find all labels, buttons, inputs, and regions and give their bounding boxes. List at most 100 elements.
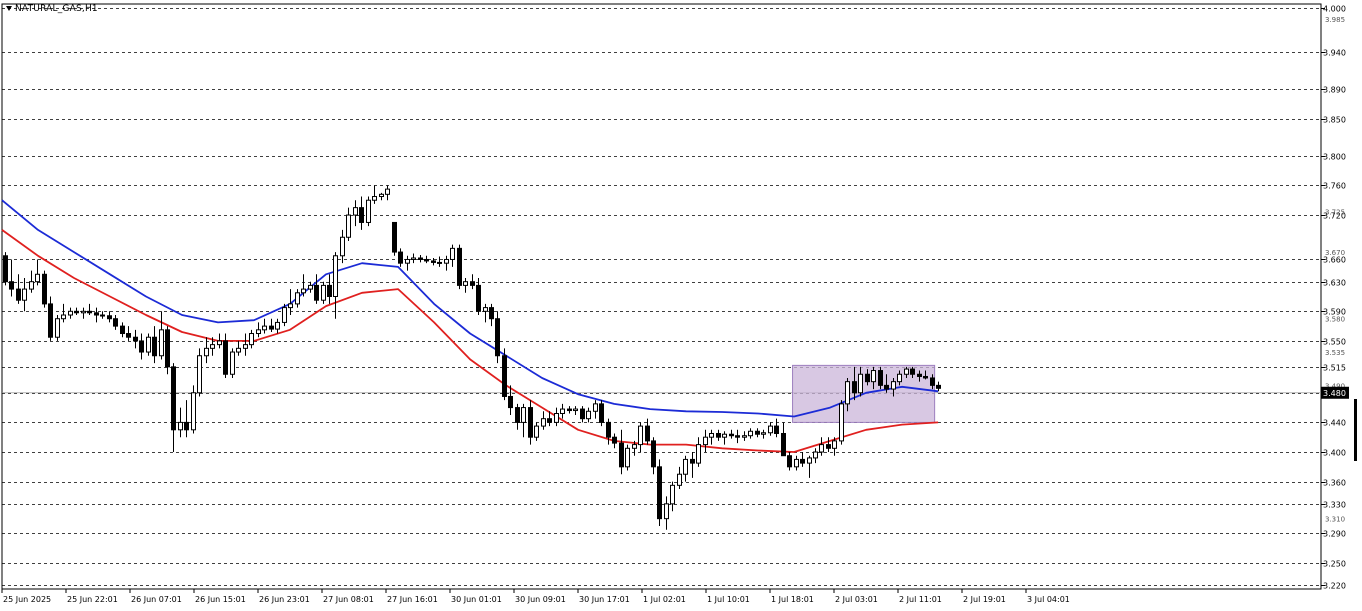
candle-body-down: [930, 377, 935, 386]
time-label: 3 Jul 04:01: [1027, 595, 1070, 604]
candle: [282, 303, 287, 327]
candle-body-up: [845, 381, 850, 405]
candle-body-down: [923, 375, 928, 379]
candle: [165, 326, 170, 375]
price-label: 3.400: [1323, 449, 1346, 458]
time-label: 27 Jun 08:01: [323, 595, 374, 604]
candle: [457, 244, 462, 290]
candle-body-up: [813, 451, 818, 459]
candle-body-up: [722, 433, 727, 438]
price-minor-label: 3.985: [1325, 16, 1345, 24]
candle-body-up: [159, 329, 164, 357]
candle-body-up: [68, 310, 73, 316]
candle-body-up: [677, 473, 682, 486]
candle-body-up: [534, 425, 539, 438]
time-label: 26 Jun 07:01: [131, 595, 182, 604]
candle-body-down: [42, 273, 47, 305]
candle-body-up: [385, 188, 390, 195]
price-minor-label: 3.725: [1325, 208, 1345, 216]
candle-body-down: [515, 407, 520, 423]
candle-body-up: [191, 392, 196, 431]
price-label: 3.630: [1323, 279, 1346, 288]
candle-body-up: [483, 307, 488, 312]
candle-body-down: [547, 418, 552, 423]
candle-body-up: [664, 503, 669, 520]
candle: [42, 270, 47, 308]
candle-body-up: [35, 273, 40, 283]
price-label: 3.220: [1323, 582, 1346, 591]
candle-body-up: [832, 440, 837, 449]
candle-body-up: [178, 421, 183, 431]
time-label: 27 Jun 16:01: [387, 595, 438, 604]
candle-body-down: [120, 325, 125, 335]
candle: [392, 221, 397, 256]
candle-body-down: [87, 310, 92, 314]
candle-body-down: [910, 368, 915, 375]
candle-body-up: [794, 458, 799, 468]
candle-body-down: [884, 384, 889, 390]
candle-body-up: [275, 321, 280, 330]
candle: [146, 333, 151, 356]
candle: [366, 196, 371, 227]
time-label: 25 Jun 2025: [3, 595, 51, 604]
time-label: 30 Jun 17:01: [579, 595, 630, 604]
candle-body-up: [204, 347, 209, 357]
candle-body-down: [865, 373, 870, 383]
candle-body-up: [353, 207, 358, 216]
candle-body-up: [593, 403, 598, 412]
candle: [878, 366, 883, 390]
candlestick-chart[interactable]: 4.0003.9403.8903.8503.8003.7603.7203.660…: [0, 0, 1362, 611]
candle-body-down: [16, 288, 21, 301]
candle: [495, 311, 500, 364]
candle-body-down: [651, 440, 656, 468]
candle: [625, 444, 630, 471]
candle-body-down: [729, 433, 734, 437]
candle-body-down: [126, 333, 131, 338]
candle: [197, 348, 202, 397]
candle-body-up: [230, 351, 235, 375]
candle-body-down: [852, 381, 857, 394]
candle-body-down: [826, 444, 831, 449]
candle-body-down: [171, 366, 176, 431]
candle-body-down: [74, 310, 79, 314]
candle-body-down: [152, 336, 157, 357]
candle-body-down: [113, 318, 118, 327]
candle-body-up: [904, 368, 909, 375]
candle-body-down: [787, 455, 792, 468]
time-label: 2 Jul 03:01: [835, 595, 878, 604]
dropdown-arrow-icon[interactable]: [6, 6, 12, 11]
candle: [55, 315, 60, 341]
candle: [839, 400, 844, 445]
price-label: 3.550: [1323, 338, 1346, 347]
candle-body-up: [210, 344, 215, 349]
candle-body-up: [703, 436, 708, 446]
candle-body-up: [586, 410, 591, 420]
time-label: 30 Jun 09:01: [515, 595, 566, 604]
candle-body-up: [683, 458, 688, 475]
candle-body-down: [502, 355, 507, 397]
candle: [191, 385, 196, 434]
candle-body-up: [22, 288, 27, 301]
candle-body-down: [223, 340, 228, 375]
candle: [502, 348, 507, 401]
candle-body-up: [709, 432, 714, 438]
candle-body-down: [94, 312, 99, 316]
candle-body-down: [936, 384, 941, 389]
candle: [230, 348, 235, 378]
candle-body-down: [528, 407, 533, 438]
chart-title: NATURAL_GAS,H1: [6, 4, 98, 14]
candle: [3, 252, 8, 286]
candle-body-up: [340, 236, 345, 257]
price-label: 3.940: [1323, 49, 1346, 58]
price-label: 3.800: [1323, 153, 1346, 162]
chart-container[interactable]: 4.000 3.940 3.890 3.850 3.800 3.760 3.720 3.660…: [0, 0, 1362, 611]
price-label: 4.000: [1323, 5, 1346, 14]
chart-background: [0, 0, 1362, 611]
candle-body-down: [269, 325, 274, 330]
candle-body-down: [508, 395, 513, 409]
candle-body-up: [282, 307, 287, 323]
candle-body-up: [321, 284, 326, 301]
candle-body-down: [606, 421, 611, 438]
candle-body-up: [444, 258, 449, 264]
candle-body-up: [768, 425, 773, 434]
